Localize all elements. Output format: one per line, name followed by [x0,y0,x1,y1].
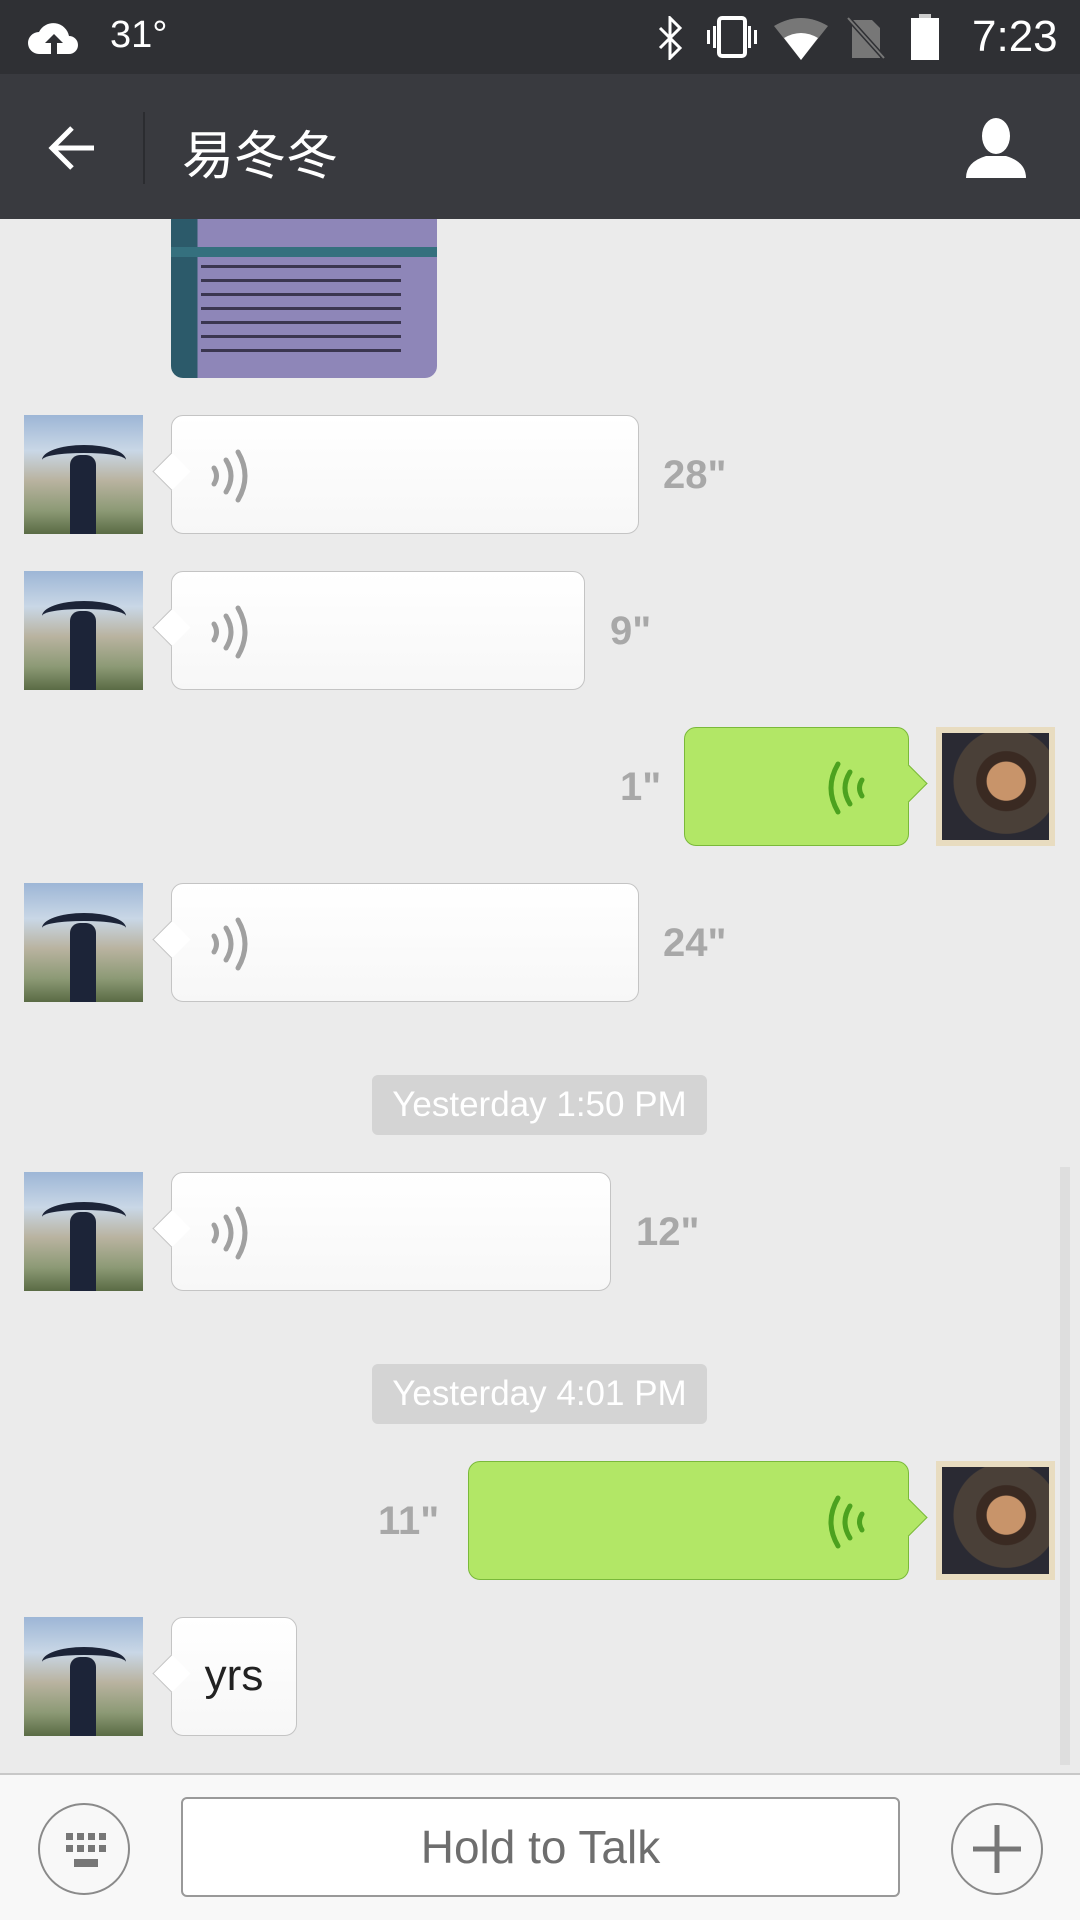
bluetooth-icon [658,16,683,60]
voice-wave-icon [211,449,248,503]
arrow-left-icon[interactable] [46,122,98,174]
timestamp: Yesterday 4:01 PM [372,1364,707,1424]
input-bar: Hold to Talk [0,1773,1080,1920]
keyboard-icon [66,1833,106,1867]
scrollbar[interactable] [1060,1167,1070,1765]
contact-avatar[interactable] [24,883,143,1002]
clock: 7:23 [972,12,1058,61]
contact-avatar[interactable] [24,1172,143,1291]
image-message[interactable] [171,219,437,378]
voice-message[interactable] [171,883,639,1002]
status-bar: 31° 7:23 [0,0,1080,74]
cloud-upload-icon [28,23,78,54]
chat-header: 易冬冬 [0,74,1080,219]
contact-avatar[interactable] [24,571,143,690]
voice-duration: 9" [610,609,652,653]
more-button[interactable] [951,1803,1043,1895]
battery-icon [911,14,939,60]
chat-title: 易冬冬 [182,127,339,187]
voice-message[interactable] [171,571,585,690]
voice-message[interactable] [171,1172,611,1291]
timestamp: Yesterday 1:50 PM [372,1075,707,1135]
hold-to-talk-button[interactable]: Hold to Talk [181,1797,900,1897]
voice-message[interactable] [171,415,639,534]
voice-duration: 11" [378,1499,440,1543]
voice-duration: 12" [636,1210,700,1254]
text-message[interactable]: yrs [171,1617,297,1736]
keyboard-toggle-button[interactable] [38,1803,130,1895]
wifi-icon [774,18,828,60]
temperature: 31° [110,14,168,56]
no-sim-icon [846,16,886,60]
voice-message-sent[interactable] [468,1461,909,1580]
voice-wave-icon [211,1206,248,1260]
my-avatar[interactable] [936,1461,1055,1580]
plus-icon [973,1825,1021,1873]
header-divider [143,112,145,184]
voice-duration: 28" [663,453,727,497]
voice-duration: 1" [620,765,662,809]
person-icon[interactable] [964,116,1028,180]
voice-message-sent[interactable] [684,727,909,846]
voice-wave-icon [211,605,248,659]
contact-avatar[interactable] [24,415,143,534]
voice-wave-icon [211,917,248,971]
voice-duration: 24" [663,921,727,965]
my-avatar[interactable] [936,727,1055,846]
message-text: yrs [204,1651,264,1700]
contact-avatar[interactable] [24,1617,143,1736]
voice-wave-icon [828,761,865,815]
voice-wave-icon [828,1495,865,1549]
vibrate-icon [707,16,757,58]
